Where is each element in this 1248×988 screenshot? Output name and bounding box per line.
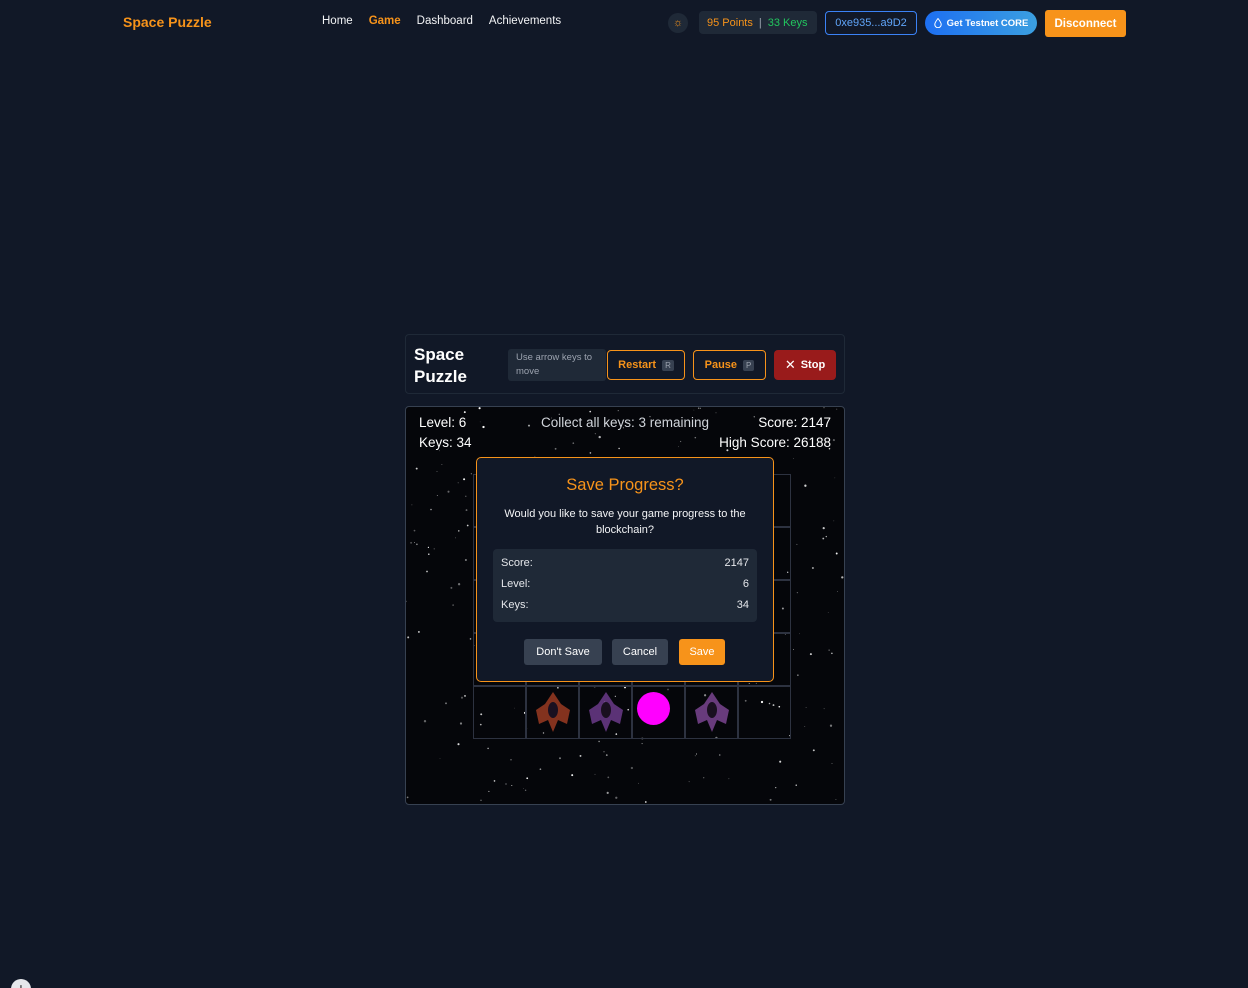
save-progress-dialog: Save Progress? Would you like to save yo… <box>476 457 774 682</box>
summary-label: Keys: <box>501 599 529 611</box>
disconnect-button[interactable]: Disconnect <box>1045 10 1126 37</box>
wallet-address-button[interactable]: 0xe935...a9D2 <box>825 11 917 35</box>
game-header-panel: Space Puzzle Use arrow keys to move Rest… <box>405 334 845 394</box>
nav-link-achievements[interactable]: Achievements <box>489 15 561 27</box>
cancel-button[interactable]: Cancel <box>612 639 668 665</box>
dont-save-button[interactable]: Don't Save <box>524 639 602 665</box>
grid-cell <box>738 686 791 739</box>
summary-row-keys: Keys: 34 <box>501 599 749 615</box>
theme-toggle-button[interactable]: ☼ <box>668 13 688 33</box>
restart-shortcut-key: R <box>662 359 674 371</box>
summary-value: 34 <box>736 599 749 611</box>
summary-label: Score: <box>501 557 533 569</box>
points-count: 95 Points <box>707 16 753 29</box>
keys-count: 33 Keys <box>767 16 808 29</box>
droplet-icon <box>933 18 942 28</box>
game-title: Space Puzzle <box>414 344 484 388</box>
summary-value: 6 <box>742 578 749 590</box>
summary-row-score: Score: 2147 <box>501 557 749 573</box>
hud-high-score: High Score: 26188 <box>719 435 831 450</box>
close-icon: ✕ <box>784 357 796 372</box>
restart-label: Restart <box>618 359 657 371</box>
enemy-ship-icon <box>693 690 731 739</box>
pause-button[interactable]: Pause P <box>693 350 766 380</box>
restart-button[interactable]: Restart R <box>607 350 685 380</box>
pause-shortcut-key: P <box>743 359 755 371</box>
sun-icon: ☼ <box>672 17 684 29</box>
summary-label: Level: <box>501 578 531 590</box>
dialog-message: Would you like to save your game progres… <box>504 508 746 536</box>
brand-logo[interactable]: Space Puzzle <box>123 14 212 30</box>
points-keys-badge: 95 Points | 33 Keys <box>699 11 817 34</box>
nav-link-home[interactable]: Home <box>322 15 353 27</box>
save-button[interactable]: Save <box>679 639 725 665</box>
game-title-text: Space Puzzle <box>414 345 467 386</box>
grid-cell <box>473 686 526 739</box>
top-navbar: Space Puzzle Home Game Dashboard Achieve… <box>0 0 1248 46</box>
nav-link-dashboard[interactable]: Dashboard <box>417 15 473 27</box>
progress-summary: Score: 2147 Level: 6 Keys: 34 <box>493 549 757 622</box>
pill-separator: | <box>758 16 762 29</box>
nav-link-game[interactable]: Game <box>369 15 401 27</box>
summary-row-level: Level: 6 <box>501 578 749 594</box>
hud-score: Score: 2147 <box>758 415 831 430</box>
dialog-title: Save Progress? <box>566 476 684 494</box>
enemy-ship-icon <box>587 690 625 739</box>
player-ball <box>637 692 670 725</box>
stop-button[interactable]: ✕ Stop <box>774 350 836 380</box>
summary-value: 2147 <box>724 557 749 569</box>
nav-links: Home Game Dashboard Achievements <box>322 15 561 27</box>
hud-keys: Keys: 34 <box>419 435 472 450</box>
pause-label: Pause <box>704 359 738 371</box>
enemy-ship-icon <box>534 690 572 739</box>
corner-add-icon[interactable]: + <box>11 979 31 988</box>
faucet-label: Get Testnet CORE <box>946 17 1029 29</box>
controls-hint: Use arrow keys to move <box>508 349 606 381</box>
stop-label: Stop <box>800 359 826 371</box>
get-testnet-core-button[interactable]: Get Testnet CORE <box>925 11 1037 35</box>
